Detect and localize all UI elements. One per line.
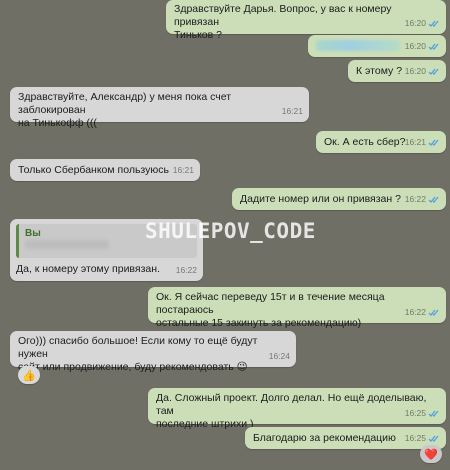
message-time: 16:20 — [404, 18, 426, 28]
message-text: Ок. Я сейчас переведу 15т и в течение ме… — [156, 291, 385, 316]
message-text: на Тинькофф ((( — [18, 117, 97, 129]
outgoing-message[interactable]: Дадите номер или он привязан ? 16:22 — [232, 188, 446, 210]
double-check-icon — [428, 68, 439, 75]
double-check-icon — [428, 410, 439, 417]
message-meta: 16:21 — [173, 164, 194, 177]
chat-area: Здравствуйте Дарья. Вопрос, у вас к номе… — [0, 0, 450, 470]
thumbs-up-reaction-icon[interactable]: 👍 — [18, 366, 40, 384]
message-time: 16:22 — [404, 194, 426, 204]
message-text: Здравствуйте Дарья. Вопрос, у вас к номе… — [174, 3, 392, 28]
message-meta: 16:22 — [176, 264, 197, 277]
message-meta: 16:20 — [405, 65, 440, 78]
outgoing-message[interactable]: Ок. А есть сбер? 16:21 — [316, 131, 446, 153]
message-meta: 16:22 — [405, 306, 440, 319]
heart-reaction-icon[interactable]: ❤️ — [420, 445, 442, 463]
double-check-icon — [428, 196, 439, 203]
outgoing-message[interactable]: Благодарю за рекомендацию 16:25 — [245, 427, 446, 449]
message-time: 16:22 — [175, 265, 197, 275]
message-text: Здравствуйте, Александр) у меня пока сче… — [18, 91, 232, 116]
outgoing-message-link[interactable]: 16:20 — [308, 35, 446, 57]
message-meta: 16:20 — [405, 17, 440, 30]
incoming-message[interactable]: Ого))) спасибо большое! Если кому то ещё… — [10, 331, 296, 373]
double-check-icon — [428, 435, 439, 442]
message-time: 16:25 — [404, 408, 426, 418]
double-check-icon — [428, 139, 439, 146]
double-check-icon — [428, 43, 439, 50]
message-meta: 16:21 — [405, 136, 440, 149]
message-time: 16:25 — [404, 433, 426, 443]
message-time: 16:20 — [404, 66, 426, 76]
message-meta: 16:24 — [269, 350, 290, 363]
watermark: SHULEPOV_CODE — [145, 219, 316, 243]
message-time: 16:24 — [268, 351, 290, 361]
message-time: 16:21 — [404, 137, 426, 147]
message-meta: 16:21 — [282, 105, 303, 118]
outgoing-message[interactable]: Да. Сложный проект. Долго делал. Но ещё … — [148, 388, 446, 430]
incoming-message[interactable]: Здравствуйте, Александр) у меня пока сче… — [10, 87, 309, 129]
message-time: 16:21 — [172, 165, 194, 175]
outgoing-message[interactable]: К этому ? 16:20 — [348, 60, 446, 82]
double-check-icon — [428, 309, 439, 316]
message-text: Да. Сложный проект. Долго делал. Но ещё … — [156, 392, 427, 417]
message-text: Ого))) спасибо большое! Если кому то ещё… — [18, 335, 258, 360]
message-text: Только Сбербанком пользуюсь — [18, 164, 169, 176]
message-time: 16:21 — [281, 106, 303, 116]
message-meta: 16:25 — [405, 432, 440, 445]
incoming-message[interactable]: Только Сбербанком пользуюсь 16:21 — [10, 159, 200, 181]
message-meta: 16:20 — [405, 40, 440, 53]
outgoing-message[interactable]: Ок. Я сейчас переведу 15т и в течение ме… — [148, 287, 446, 329]
message-text: Да, к номеру этому привязан. — [16, 263, 160, 275]
blurred-quote-text — [25, 240, 109, 249]
blurred-link[interactable] — [316, 40, 400, 51]
message-text: остальные 15 закинуть за рекомендацию) — [156, 317, 362, 329]
message-meta: 16:25 — [405, 407, 440, 420]
message-time: 16:22 — [404, 307, 426, 317]
message-text: сайт или продвижение, буду рекомендовать… — [18, 361, 248, 373]
message-meta: 16:22 — [405, 193, 440, 206]
double-check-icon — [428, 20, 439, 27]
message-time: 16:20 — [404, 41, 426, 51]
outgoing-message[interactable]: Здравствуйте Дарья. Вопрос, у вас к номе… — [166, 0, 446, 41]
